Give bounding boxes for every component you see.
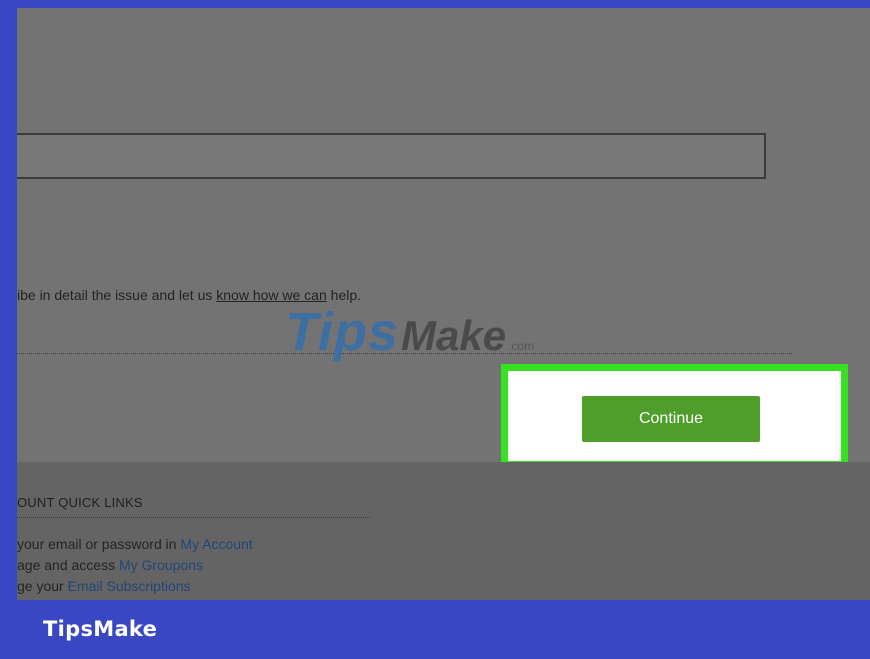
description-help-text: ibe in detail the issue and let us know …	[17, 287, 361, 303]
quick-link-text: your email or password in	[17, 536, 181, 552]
dimmed-page: ibe in detail the issue and let us know …	[17, 8, 870, 600]
help-text-link[interactable]: know how we can	[216, 287, 327, 303]
continue-button[interactable]: Continue	[582, 396, 760, 442]
help-text-end: help.	[326, 287, 362, 303]
description-field-underline[interactable]	[17, 353, 792, 354]
email-subscriptions-link[interactable]: Email Subscriptions	[68, 578, 191, 594]
quick-links-divider	[17, 517, 370, 518]
quick-link-text: age and access	[17, 557, 119, 573]
help-text-start: ibe in detail the issue and let us	[17, 287, 217, 303]
subject-input[interactable]	[17, 133, 766, 179]
watermark-com: .com	[508, 339, 535, 353]
brand-name: TipsMake	[43, 617, 158, 641]
quick-link-row: ge your Email Subscriptions	[17, 576, 253, 597]
continue-highlight-box: Continue	[501, 364, 848, 468]
brand-bar: TipsMake	[0, 600, 870, 659]
left-frame-bar	[0, 0, 17, 600]
quick-links-list: your email or password in My Account age…	[17, 534, 253, 597]
my-account-link[interactable]: My Account	[180, 536, 252, 552]
quick-links-title: OUNT QUICK LINKS	[17, 495, 143, 510]
quick-link-row: age and access My Groupons	[17, 555, 253, 576]
account-footer: OUNT QUICK LINKS your email or password …	[17, 462, 870, 600]
quick-link-row: your email or password in My Account	[17, 534, 253, 555]
quick-link-text: ge your	[17, 578, 68, 594]
my-groupons-link[interactable]: My Groupons	[119, 557, 203, 573]
top-frame-bar	[0, 0, 870, 8]
